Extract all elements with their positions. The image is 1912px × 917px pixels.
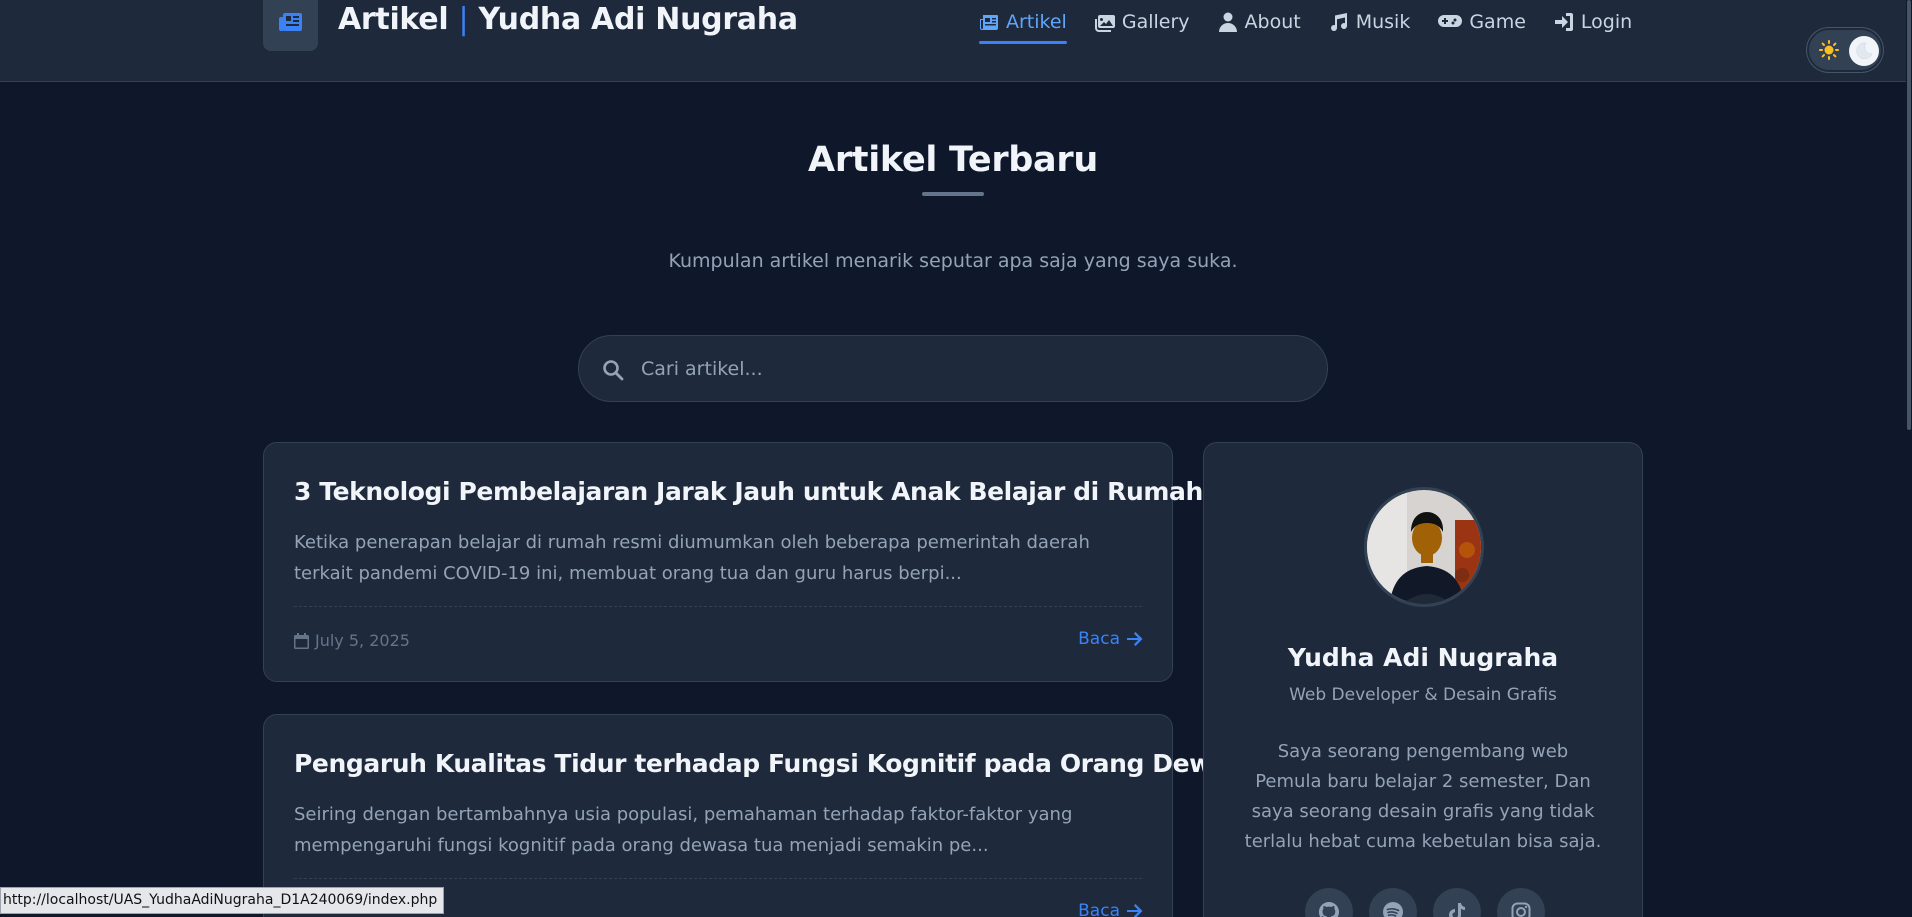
- read-label: Baca: [1078, 629, 1120, 649]
- instagram-icon: [1511, 902, 1531, 917]
- arrow-right-icon: [1127, 904, 1143, 917]
- music-icon: [1330, 13, 1347, 31]
- calendar-icon: [294, 632, 309, 649]
- profile-card: Yudha Adi Nugraha Web Developer & Desain…: [1203, 442, 1643, 917]
- profile-role: Web Developer & Desain Grafis: [1289, 685, 1557, 705]
- arrow-right-icon: [1127, 632, 1143, 646]
- page-title: Artikel Terbaru: [808, 140, 1098, 180]
- article-title[interactable]: 3 Teknologi Pembelajaran Jarak Jauh untu…: [294, 477, 1203, 506]
- navbar: Artikel | Yudha Adi Nugraha Artikel Gall…: [0, 0, 1912, 82]
- read-article-link[interactable]: Baca: [1078, 629, 1144, 649]
- gamepad-icon: [1438, 15, 1463, 27]
- main-nav: Artikel Gallery About Musik Game Login: [979, 4, 1660, 44]
- search-bar: [578, 335, 1328, 402]
- avatar: [1364, 487, 1484, 607]
- nav-label: Artikel: [1006, 11, 1067, 33]
- browser-status-bar: http://localhost/UAS_YudhaAdiNugraha_D1A…: [0, 887, 445, 914]
- instagram-link[interactable]: [1497, 888, 1545, 917]
- nav-item-gallery[interactable]: Gallery: [1094, 4, 1190, 40]
- toggle-knob[interactable]: [1849, 36, 1879, 66]
- brand-separator: |: [458, 2, 469, 37]
- social-links: [1305, 888, 1545, 917]
- divider: [294, 606, 1142, 607]
- nav-label: Game: [1469, 11, 1526, 33]
- newspaper-icon: [278, 12, 302, 31]
- user-icon: [1218, 12, 1237, 32]
- sun-icon: [1819, 40, 1839, 60]
- images-icon: [1094, 15, 1115, 32]
- brand-logo[interactable]: [263, 0, 318, 51]
- nav-item-artikel[interactable]: Artikel: [979, 4, 1067, 44]
- search-icon: [603, 360, 624, 381]
- brand-title-part1: Artikel: [338, 2, 449, 37]
- nav-label: Login: [1580, 11, 1633, 33]
- divider: [294, 878, 1142, 879]
- read-article-link[interactable]: Baca: [1078, 901, 1144, 917]
- tiktok-link[interactable]: [1433, 888, 1481, 917]
- article-date-text: July 5, 2025: [315, 631, 410, 650]
- newspaper-icon: [980, 15, 998, 30]
- article-card: 3 Teknologi Pembelajaran Jarak Jauh untu…: [263, 442, 1203, 682]
- article-title[interactable]: Pengaruh Kualitas Tidur terhadap Fungsi …: [294, 749, 1316, 778]
- avatar-photo: [1367, 490, 1481, 604]
- nav-item-about[interactable]: About: [1218, 4, 1301, 40]
- brand-title[interactable]: Artikel | Yudha Adi Nugraha: [338, 2, 798, 37]
- tiktok-icon: [1449, 903, 1465, 917]
- brand-title-part2: Yudha Adi Nugraha: [478, 2, 798, 37]
- spotify-icon: [1383, 902, 1403, 917]
- moon-icon: [1856, 42, 1873, 60]
- profile-bio: Saya seorang pengembang web Pemula baru …: [1244, 741, 1602, 852]
- scrollbar-thumb[interactable]: [1907, 0, 1911, 430]
- read-label: Baca: [1078, 901, 1120, 917]
- nav-item-login[interactable]: Login: [1554, 4, 1632, 40]
- nav-label: About: [1244, 11, 1301, 33]
- search-input[interactable]: [641, 336, 1301, 401]
- article-excerpt: Seiring dengan bertambahnya usia populas…: [294, 804, 1073, 856]
- login-icon: [1554, 13, 1573, 31]
- article-excerpt: Ketika penerapan belajar di rumah resmi …: [294, 532, 1090, 584]
- nav-item-game[interactable]: Game: [1438, 4, 1526, 40]
- theme-toggle[interactable]: [1807, 28, 1883, 72]
- title-underline: [922, 192, 984, 196]
- github-icon: [1319, 902, 1339, 917]
- spotify-link[interactable]: [1369, 888, 1417, 917]
- profile-name: Yudha Adi Nugraha: [1287, 643, 1559, 672]
- github-link[interactable]: [1305, 888, 1353, 917]
- page-subtitle: Kumpulan artikel menarik seputar apa saj…: [668, 250, 1238, 272]
- article-date: July 5, 2025: [294, 631, 410, 650]
- nav-label: Musik: [1355, 11, 1411, 33]
- nav-label: Gallery: [1121, 11, 1190, 33]
- nav-item-musik[interactable]: Musik: [1329, 4, 1411, 40]
